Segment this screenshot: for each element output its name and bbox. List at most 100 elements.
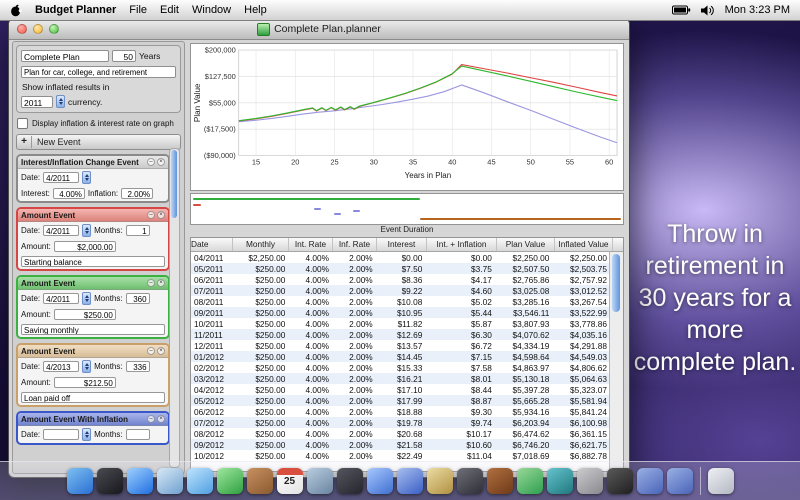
date-stepper[interactable]: [82, 428, 92, 441]
date-stepper[interactable]: [82, 224, 92, 237]
plan-description-input[interactable]: Plan for car, college, and retirement: [21, 66, 176, 78]
column-header[interactable]: Plan Value: [497, 238, 555, 251]
itunes-icon[interactable]: [366, 468, 393, 494]
trash-icon[interactable]: [707, 468, 734, 494]
inflation-input[interactable]: 2.00%: [121, 188, 154, 199]
column-header[interactable]: Interest: [377, 238, 427, 251]
table-row[interactable]: 10/2012 $250.00 4.00% 2.00% $22.49 $11.04 $7,0…: [191, 450, 610, 461]
table-row[interactable]: 05/2011 $250.00 4.00% 2.00% $7.50 $3.75 $2,507…: [191, 263, 610, 274]
facetime-icon[interactable]: [216, 468, 243, 494]
close-icon[interactable]: ×: [157, 279, 165, 287]
battery-icon[interactable]: [671, 5, 691, 15]
amount-input[interactable]: $212.50: [53, 377, 116, 388]
mail-icon[interactable]: [156, 468, 183, 494]
ical-icon[interactable]: 25: [276, 468, 303, 494]
column-header[interactable]: Int. + Inflation: [427, 238, 497, 251]
table-scrollbar-thumb[interactable]: [612, 254, 620, 312]
documents-folder-icon[interactable]: [636, 468, 663, 494]
volume-icon[interactable]: [700, 5, 715, 16]
date-input[interactable]: 4/2011: [43, 172, 80, 183]
table-row[interactable]: 03/2012 $250.00 4.00% 2.00% $16.21 $8.01 $5,13…: [191, 373, 610, 384]
menu-window[interactable]: Window: [192, 4, 231, 16]
minimize-window-button[interactable]: [33, 24, 43, 34]
display-inflation-checkbox[interactable]: [17, 118, 28, 129]
app-store-icon[interactable]: [396, 468, 423, 494]
months-input[interactable]: 1: [125, 225, 150, 236]
zoom-window-button[interactable]: [49, 24, 59, 34]
address-book-icon[interactable]: [246, 468, 273, 494]
imovie-icon[interactable]: [456, 468, 483, 494]
date-input[interactable]: 4/2011: [43, 225, 80, 236]
collapse-icon[interactable]: –: [147, 158, 155, 166]
event-note-input[interactable]: Loan paid off: [21, 392, 165, 403]
event-card-header[interactable]: Amount Event – ×: [18, 345, 168, 358]
app-menu[interactable]: Budget Planner: [35, 4, 116, 16]
event-note-input[interactable]: Starting balance: [21, 256, 165, 267]
table-row[interactable]: 08/2011 $250.00 4.00% 2.00% $10.08 $5.02 $3,28…: [191, 296, 610, 307]
column-header[interactable]: Inf. Rate: [333, 238, 377, 251]
collapse-icon[interactable]: –: [147, 347, 155, 355]
menu-help[interactable]: Help: [244, 4, 267, 16]
sidebar-scrollbar[interactable]: [169, 148, 180, 468]
inflated-year-input[interactable]: 2011: [21, 95, 53, 108]
amount-input[interactable]: $250.00: [53, 309, 116, 320]
safari-icon[interactable]: [126, 468, 153, 494]
menu-clock[interactable]: Mon 3:23 PM: [725, 4, 790, 16]
date-input[interactable]: [43, 429, 80, 440]
table-row[interactable]: 04/2011 $2,250.00 4.00% 2.00% $0.00 $0.00 $2,2…: [191, 252, 610, 263]
table-row[interactable]: 09/2011 $250.00 4.00% 2.00% $10.95 $5.44 $3,54…: [191, 307, 610, 318]
menu-edit[interactable]: Edit: [160, 4, 179, 16]
date-input[interactable]: 4/2013: [43, 361, 80, 372]
time-machine-icon[interactable]: [546, 468, 573, 494]
date-stepper[interactable]: [82, 292, 92, 305]
garageband-icon[interactable]: [486, 468, 513, 494]
close-icon[interactable]: ×: [157, 347, 165, 355]
event-card-header[interactable]: Amount Event – ×: [18, 277, 168, 290]
terminal-icon[interactable]: [606, 468, 633, 494]
menu-file[interactable]: File: [129, 4, 147, 16]
collapse-icon[interactable]: –: [147, 415, 155, 423]
column-header[interactable]: Inflated Value: [555, 238, 613, 251]
table-row[interactable]: 06/2012 $250.00 4.00% 2.00% $18.88 $9.30 $5,93…: [191, 406, 610, 417]
finder-icon[interactable]: [66, 468, 93, 494]
collapse-icon[interactable]: –: [147, 279, 155, 287]
table-row[interactable]: 04/2012 $250.00 4.00% 2.00% $17.10 $8.44 $5,39…: [191, 384, 610, 395]
system-preferences-icon[interactable]: [576, 468, 603, 494]
column-header[interactable]: Int. Rate: [289, 238, 333, 251]
budget-planner-icon[interactable]: [516, 468, 543, 494]
table-row[interactable]: 11/2011 $250.00 4.00% 2.00% $12.69 $6.30 $4,07…: [191, 329, 610, 340]
event-note-input[interactable]: Saving monthly: [21, 324, 165, 335]
iphoto-icon[interactable]: [426, 468, 453, 494]
plan-years-input[interactable]: 50: [112, 50, 136, 62]
event-card-header[interactable]: Interest/Inflation Change Event – ×: [18, 156, 168, 169]
close-icon[interactable]: ×: [157, 211, 165, 219]
months-input[interactable]: [125, 429, 150, 440]
column-header[interactable]: Date: [191, 238, 233, 251]
date-input[interactable]: 4/2011: [43, 293, 80, 304]
table-row[interactable]: 07/2011 $250.00 4.00% 2.00% $9.22 $4.60 $3,025…: [191, 285, 610, 296]
table-scrollbar[interactable]: [609, 252, 623, 471]
interest-input[interactable]: 4.00%: [52, 188, 85, 199]
collapse-icon[interactable]: –: [147, 211, 155, 219]
months-input[interactable]: 336: [125, 361, 150, 372]
column-header[interactable]: Monthly: [233, 238, 289, 251]
table-row[interactable]: 10/2011 $250.00 4.00% 2.00% $11.82 $5.87 $3,80…: [191, 318, 610, 329]
date-stepper[interactable]: [82, 360, 92, 373]
window-titlebar[interactable]: Complete Plan.planner: [9, 19, 629, 40]
table-row[interactable]: 06/2011 $250.00 4.00% 2.00% $8.36 $4.17 $2,765…: [191, 274, 610, 285]
table-row[interactable]: 07/2012 $250.00 4.00% 2.00% $19.78 $9.74 $6,20…: [191, 417, 610, 428]
dashboard-icon[interactable]: [96, 468, 123, 494]
table-row[interactable]: 12/2011 $250.00 4.00% 2.00% $13.57 $6.72 $4,33…: [191, 340, 610, 351]
date-stepper[interactable]: [82, 171, 92, 184]
event-card-header[interactable]: Amount Event With Inflation – ×: [18, 413, 168, 426]
year-stepper[interactable]: [56, 95, 65, 108]
close-icon[interactable]: ×: [157, 415, 165, 423]
table-row[interactable]: 01/2012 $250.00 4.00% 2.00% $14.45 $7.15 $4,59…: [191, 351, 610, 362]
photo-booth-icon[interactable]: [336, 468, 363, 494]
ichat-icon[interactable]: [186, 468, 213, 494]
applications-folder-icon[interactable]: [666, 468, 693, 494]
table-row[interactable]: 05/2012 $250.00 4.00% 2.00% $17.99 $8.87 $5,66…: [191, 395, 610, 406]
months-input[interactable]: 360: [125, 293, 150, 304]
table-header[interactable]: Date Monthly Int. Rate Inf. Rate Interest Int…: [191, 238, 623, 252]
close-icon[interactable]: ×: [157, 158, 165, 166]
